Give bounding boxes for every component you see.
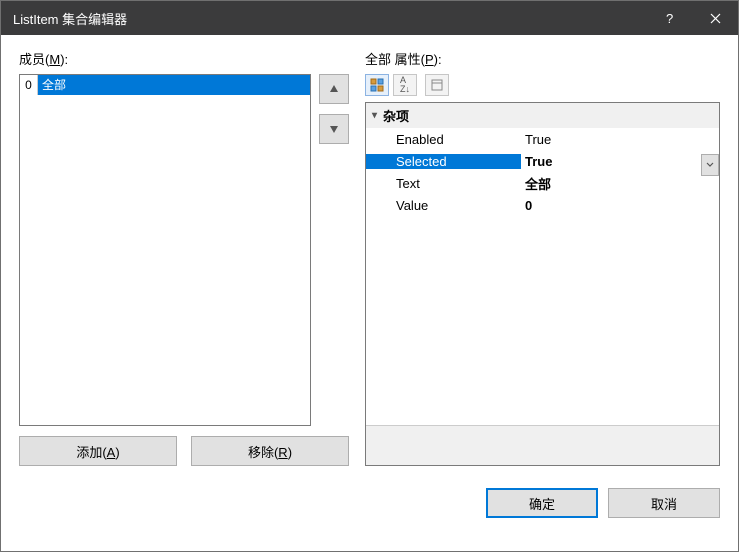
description-panel: [366, 425, 719, 465]
move-up-button[interactable]: [319, 74, 349, 104]
add-button[interactable]: 添加(A): [19, 436, 177, 466]
property-grid[interactable]: ▾ 杂项 Enabled True Selected True Text 全部: [365, 102, 720, 466]
reorder-buttons: [319, 74, 349, 426]
property-row-enabled[interactable]: Enabled True: [366, 128, 719, 150]
help-icon: ?: [663, 12, 675, 24]
remove-button[interactable]: 移除(R): [191, 436, 349, 466]
property-row-text[interactable]: Text 全部: [366, 172, 719, 194]
window-title: ListItem 集合编辑器: [13, 9, 646, 28]
pages-icon: [430, 78, 444, 92]
properties-panel: 全部 属性(P): AZ↓: [365, 49, 720, 466]
property-toolbar: AZ↓: [365, 74, 720, 96]
add-button-label: 添加(A): [76, 442, 119, 461]
arrow-up-icon: [329, 84, 339, 94]
dialog-body: 成员(M): 0 全部 添加(A) 移: [1, 35, 738, 476]
close-icon: [710, 13, 721, 24]
property-row-selected[interactable]: Selected True: [366, 150, 719, 172]
list-item-index: 0: [20, 75, 38, 95]
dropdown-button[interactable]: [701, 154, 719, 176]
list-item-text: 全部: [38, 75, 310, 95]
property-value[interactable]: 0: [521, 198, 719, 213]
alphabetical-view-button[interactable]: AZ↓: [393, 74, 417, 96]
list-item[interactable]: 0 全部: [20, 75, 310, 95]
expand-collapse-icon[interactable]: ▾: [372, 110, 377, 121]
property-value[interactable]: True: [521, 132, 719, 147]
members-label: 成员(M):: [19, 49, 349, 68]
ok-button-label: 确定: [529, 494, 555, 513]
cancel-button-label: 取消: [651, 494, 677, 513]
categorized-icon: [370, 78, 384, 92]
dialog-footer: 确定 取消: [1, 476, 738, 534]
chevron-down-icon: [706, 162, 714, 168]
help-button[interactable]: ?: [646, 1, 692, 35]
property-name: Enabled: [366, 132, 521, 147]
property-name: Text: [366, 176, 521, 191]
category-header[interactable]: ▾ 杂项: [366, 103, 719, 128]
close-button[interactable]: [692, 1, 738, 35]
move-down-button[interactable]: [319, 114, 349, 144]
properties-label: 全部 属性(P):: [365, 49, 720, 68]
property-name: Value: [366, 198, 521, 213]
svg-text:?: ?: [666, 12, 673, 24]
categorized-view-button[interactable]: [365, 74, 389, 96]
ok-button[interactable]: 确定: [486, 488, 598, 518]
sort-az-icon: AZ↓: [400, 76, 410, 94]
property-value[interactable]: 全部: [521, 174, 719, 193]
remove-button-label: 移除(R): [248, 442, 292, 461]
property-value[interactable]: True: [521, 154, 719, 169]
title-bar: ListItem 集合编辑器 ?: [1, 1, 738, 35]
arrow-down-icon: [329, 124, 339, 134]
category-name: 杂项: [383, 106, 409, 125]
members-listbox[interactable]: 0 全部: [19, 74, 311, 426]
members-panel: 成员(M): 0 全部 添加(A) 移: [19, 49, 349, 466]
property-row-value[interactable]: Value 0: [366, 194, 719, 216]
property-pages-button[interactable]: [425, 74, 449, 96]
cancel-button[interactable]: 取消: [608, 488, 720, 518]
property-name: Selected: [366, 154, 521, 169]
